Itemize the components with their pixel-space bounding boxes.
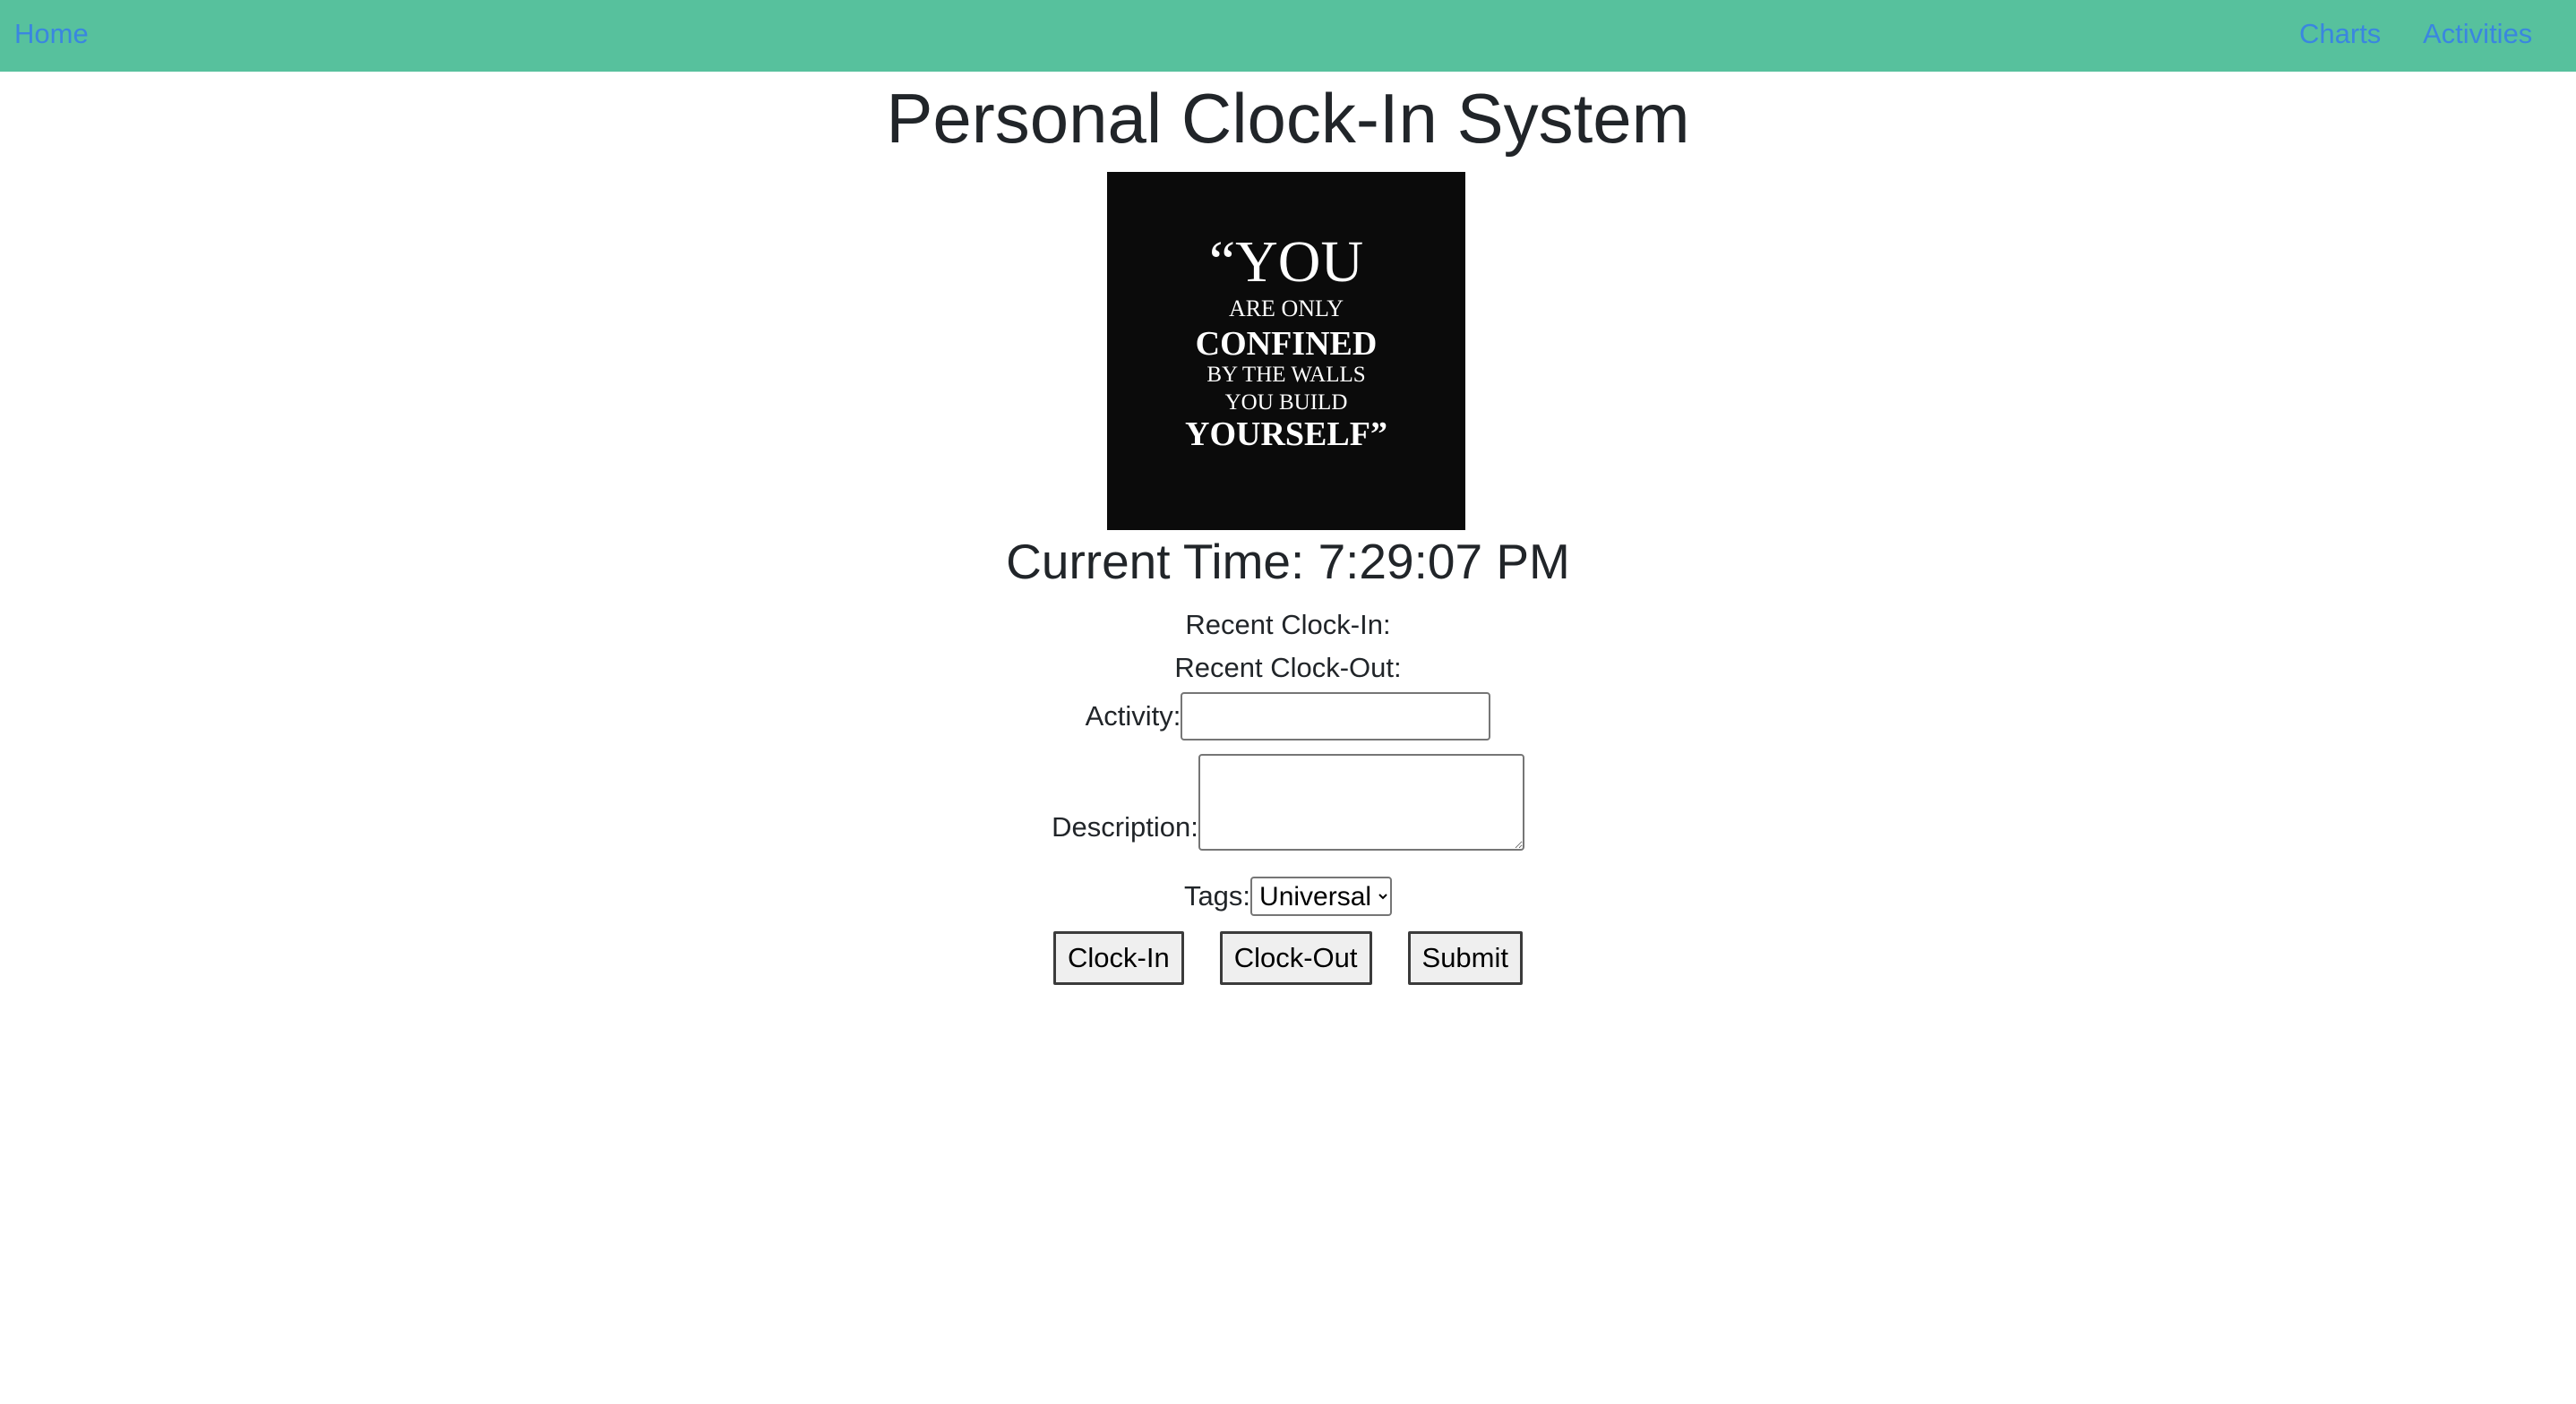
activity-row: Activity: xyxy=(0,689,2576,743)
quote-line-6: YOURSELF” xyxy=(1185,415,1387,453)
quote-line-5: YOU BUILD xyxy=(1225,390,1348,415)
activity-input[interactable] xyxy=(1181,692,1491,741)
quote-line-3: CONFINED xyxy=(1196,325,1378,363)
quote-graphic: “YOU ARE ONLY CONFINED BY THE WALLS YOU … xyxy=(1107,172,1465,530)
tags-row: Tags: Universal xyxy=(0,876,2576,917)
clock-in-button[interactable]: Clock-In xyxy=(1053,931,1184,985)
tags-select[interactable]: Universal xyxy=(1250,877,1393,916)
action-buttons: Clock-In Clock-Out Submit xyxy=(0,931,2576,985)
quote-line-4: BY THE WALLS xyxy=(1206,363,1365,387)
activity-label: Activity: xyxy=(1085,700,1181,732)
recent-clock-out: Recent Clock-Out: xyxy=(1174,652,1402,683)
tags-label: Tags: xyxy=(1183,880,1251,912)
quote-line-1: “YOU xyxy=(1209,229,1363,295)
nav-charts-link[interactable]: Charts xyxy=(2299,16,2381,52)
page-title: Personal Clock-In System xyxy=(886,79,1690,158)
recent-clock-in: Recent Clock-In: xyxy=(1185,609,1391,640)
quote-line-2: ARE ONLY xyxy=(1229,295,1344,321)
motivational-quote-image: “YOU ARE ONLY CONFINED BY THE WALLS YOU … xyxy=(1107,172,1465,530)
current-time: Current Time: 7:29:07 PM xyxy=(1006,534,1570,589)
submit-button[interactable]: Submit xyxy=(1407,931,1523,985)
top-navbar: Home Charts Activities xyxy=(0,0,2576,72)
description-label: Description: xyxy=(1052,811,1198,843)
clock-out-button[interactable]: Clock-Out xyxy=(1219,931,1372,985)
nav-activities-link[interactable]: Activities xyxy=(2423,16,2532,52)
nav-home-link[interactable]: Home xyxy=(14,16,89,52)
description-row: Description: xyxy=(0,752,2576,851)
description-textarea[interactable] xyxy=(1198,754,1524,851)
